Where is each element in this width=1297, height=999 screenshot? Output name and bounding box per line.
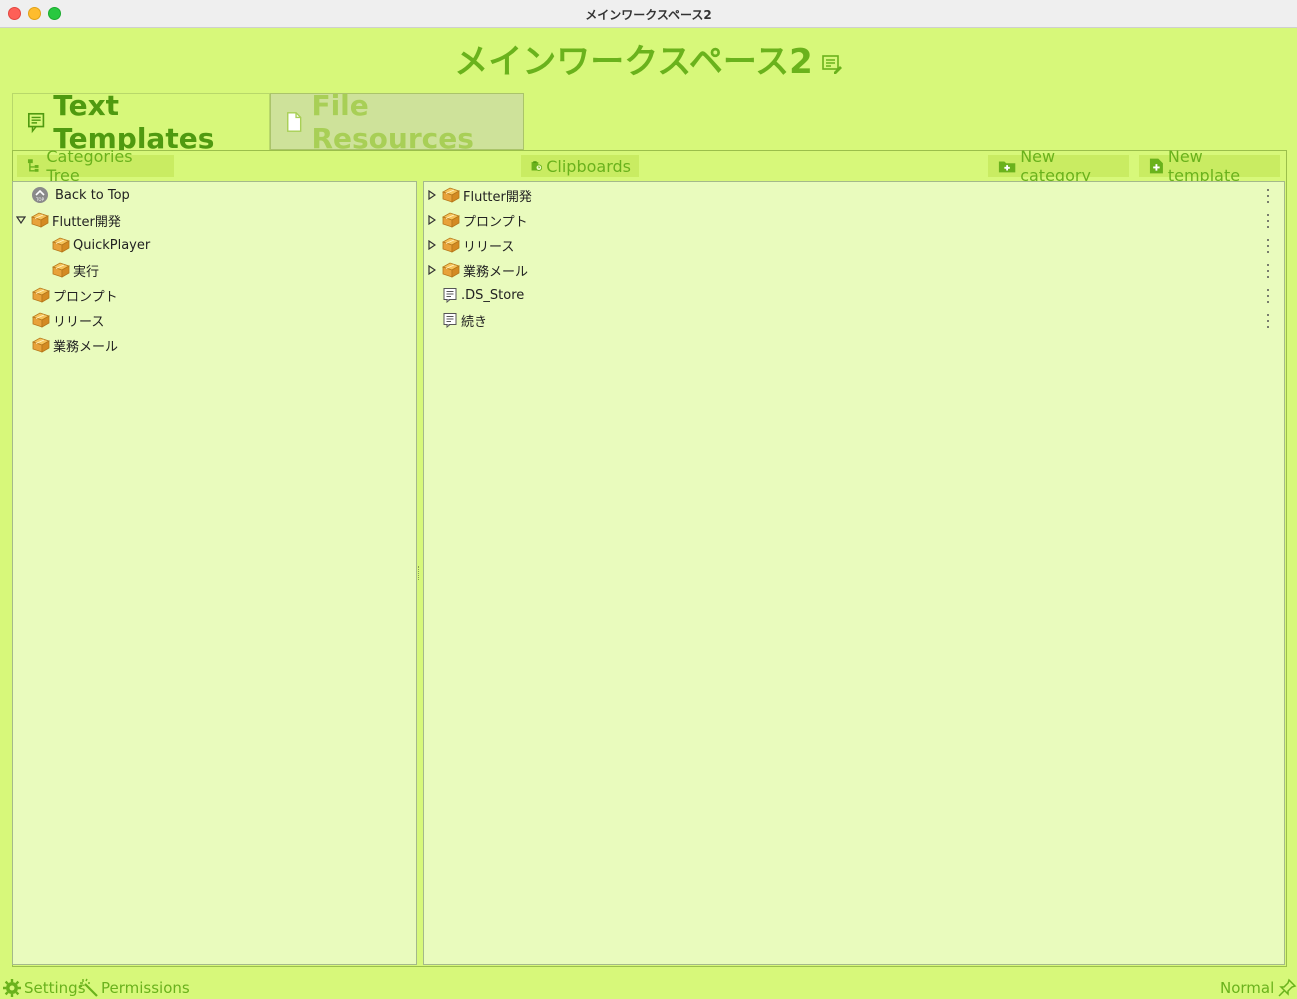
tree-item-label: 実行 xyxy=(73,264,100,280)
workspace-title: メインワークスペース2 xyxy=(454,42,813,82)
categories-tree-button[interactable]: Categories Tree xyxy=(17,147,174,185)
new-category-label: New category xyxy=(1020,147,1091,185)
settings-button[interactable]: Settings xyxy=(2,977,86,999)
list-item[interactable]: 業務メール xyxy=(425,259,528,281)
list-item[interactable]: Flutter開発 xyxy=(425,184,532,206)
folder-icon xyxy=(442,237,460,253)
tab-file-resources[interactable]: File Resources xyxy=(270,89,524,155)
new-category-button[interactable]: New category xyxy=(988,147,1129,185)
list-item[interactable]: プロンプト xyxy=(425,209,528,231)
expand-triangle-icon[interactable] xyxy=(425,265,439,275)
tree-item-run[interactable]: 実行 xyxy=(52,259,99,281)
clipboards-label: Clipboards xyxy=(546,156,631,176)
tab-file-resources-label: File Resources xyxy=(311,88,474,155)
text-template-icon xyxy=(28,112,45,134)
clipboards-button[interactable]: Clipboards xyxy=(521,155,639,177)
list-item-label: リリース xyxy=(463,239,515,255)
collapse-triangle-icon[interactable] xyxy=(14,216,28,224)
tree-item-back-to-top[interactable]: TOP Back to Top xyxy=(31,184,130,206)
expand-triangle-icon[interactable] xyxy=(425,215,439,225)
folder-icon xyxy=(52,237,70,253)
list-item[interactable]: .DS_Store xyxy=(442,284,524,306)
svg-text:TOP: TOP xyxy=(35,197,45,202)
window-title: メインワークスペース2 xyxy=(585,8,712,22)
list-item-label: Flutter開発 xyxy=(463,189,532,205)
tree-item-release[interactable]: リリース xyxy=(32,309,104,331)
settings-label: Settings xyxy=(24,979,86,997)
workspace-title-area: メインワークスペース2 xyxy=(0,34,1297,84)
tree-item-label: Back to Top xyxy=(55,187,130,203)
window-titlebar: メインワークスペース2 xyxy=(0,0,1297,28)
gear-icon xyxy=(3,979,21,997)
tree-item-quickplayer[interactable]: QuickPlayer xyxy=(52,234,150,256)
more-options-icon[interactable] xyxy=(1266,289,1270,303)
folder-icon xyxy=(32,312,50,328)
panel-splitter[interactable] xyxy=(418,566,421,580)
permissions-button[interactable]: Permissions xyxy=(79,977,190,999)
list-item[interactable]: 続き xyxy=(442,309,487,331)
edit-title-icon[interactable] xyxy=(821,44,843,84)
folder-icon xyxy=(32,337,50,353)
tab-text-templates[interactable]: Text Templates xyxy=(12,89,270,155)
tree-item-label: Flutter開発 xyxy=(52,214,121,230)
magic-wand-icon xyxy=(79,978,98,997)
new-template-button[interactable]: New template xyxy=(1139,147,1280,185)
tab-text-templates-label: Text Templates xyxy=(53,89,215,155)
list-item-label: .DS_Store xyxy=(461,287,525,303)
mode-indicator[interactable]: Normal xyxy=(1220,977,1297,999)
pin-icon xyxy=(1278,978,1297,997)
text-template-icon xyxy=(442,287,458,303)
more-options-icon[interactable] xyxy=(1266,314,1270,328)
tree-item-flutter[interactable]: Flutter開発 xyxy=(14,209,121,231)
more-options-icon[interactable] xyxy=(1266,214,1270,228)
folder-icon xyxy=(32,287,50,303)
tree-item-prompt[interactable]: プロンプト xyxy=(32,284,118,306)
folder-icon xyxy=(52,262,70,278)
folder-icon xyxy=(442,262,460,278)
more-options-icon[interactable] xyxy=(1266,264,1270,278)
file-icon xyxy=(287,111,302,132)
tree-item-label: 業務メール xyxy=(53,339,119,355)
folder-icon xyxy=(31,212,49,228)
list-item-label: プロンプト xyxy=(463,214,528,230)
file-plus-icon xyxy=(1149,158,1163,174)
list-item-label: 続き xyxy=(461,314,488,330)
categories-tree-label: Categories Tree xyxy=(46,147,133,185)
mode-label: Normal xyxy=(1220,979,1275,997)
text-template-icon xyxy=(442,312,458,328)
status-bar: Settings Permissions Normal xyxy=(0,977,1297,999)
templates-list-panel xyxy=(423,181,1285,965)
folder-plus-icon xyxy=(998,161,1016,173)
more-options-icon[interactable] xyxy=(1266,189,1270,203)
tree-item-business-mail[interactable]: 業務メール xyxy=(32,334,118,356)
clipboard-clock-icon xyxy=(531,161,543,171)
list-item[interactable]: リリース xyxy=(425,234,514,256)
expand-triangle-icon[interactable] xyxy=(425,240,439,250)
back-to-top-icon: TOP xyxy=(32,187,48,203)
tree-item-label: QuickPlayer xyxy=(73,237,151,253)
expand-triangle-icon[interactable] xyxy=(425,190,439,200)
folder-icon xyxy=(442,187,460,203)
tree-item-label: プロンプト xyxy=(53,289,118,305)
permissions-label: Permissions xyxy=(101,979,190,997)
folder-icon xyxy=(442,212,460,228)
more-options-icon[interactable] xyxy=(1266,239,1270,253)
new-template-label: New template xyxy=(1167,147,1241,185)
tree-item-label: リリース xyxy=(53,314,105,330)
list-item-label: 業務メール xyxy=(463,264,529,280)
tree-icon xyxy=(27,159,39,172)
